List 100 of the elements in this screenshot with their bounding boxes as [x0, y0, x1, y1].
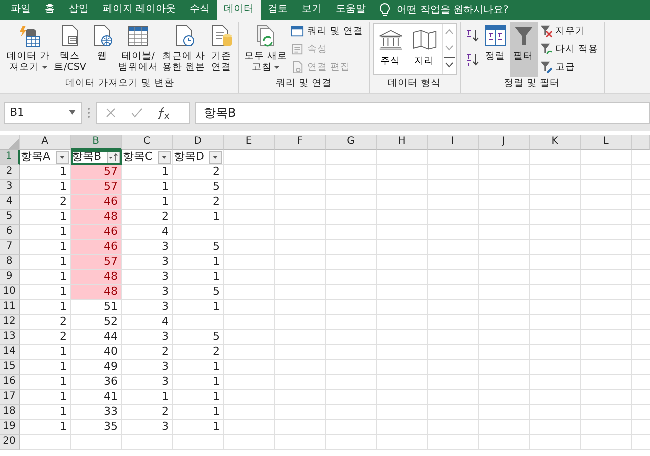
- row-header[interactable]: 6: [0, 225, 20, 240]
- table-cell: 1: [122, 165, 173, 180]
- ribbon-tab[interactable]: 데이터: [217, 0, 262, 20]
- gallery-item[interactable]: 주식: [374, 24, 408, 74]
- ribbon-button[interactable]: 데이터 가 져오기: [5, 22, 52, 77]
- sort-ascending-icon[interactable]: [466, 28, 480, 44]
- header-cell-text: 항목B: [72, 150, 102, 164]
- header-cell-text: 항목A: [21, 150, 51, 164]
- row-header[interactable]: 15: [0, 360, 20, 375]
- table-cell: 3: [122, 375, 173, 390]
- row-header[interactable]: 17: [0, 390, 20, 405]
- filter-button[interactable]: [56, 150, 69, 164]
- ribbon-button[interactable]: 웹: [88, 22, 116, 77]
- header-cell-text: 항목D: [174, 150, 204, 164]
- ribbon-tab[interactable]: 검토: [261, 0, 296, 20]
- ribbon-button[interactable]: 테이블/ 범위에서: [116, 22, 160, 77]
- table-cell: 1: [173, 255, 224, 270]
- ribbon-button[interactable]: 기존 연결: [207, 22, 236, 77]
- row-header[interactable]: 11: [0, 300, 20, 315]
- column-header[interactable]: F: [275, 135, 326, 150]
- table-cell: 36: [71, 375, 122, 390]
- ribbon-button[interactable]: 정렬: [482, 22, 510, 77]
- filter-button[interactable]: [158, 150, 171, 164]
- table-cell: 3: [122, 330, 173, 345]
- column-header[interactable]: K: [530, 135, 581, 150]
- column-header[interactable]: D: [173, 135, 224, 150]
- column-header[interactable]: I: [428, 135, 479, 150]
- sort-icon: [484, 23, 508, 49]
- row-header[interactable]: 4: [0, 195, 20, 210]
- row-header[interactable]: 19: [0, 420, 20, 435]
- properties-icon: [291, 43, 304, 56]
- ribbon-tab[interactable]: 수식: [183, 0, 218, 20]
- row-header[interactable]: 9: [0, 270, 20, 285]
- table-cell: 2: [20, 330, 71, 345]
- row-header[interactable]: 5: [0, 210, 20, 225]
- column-header[interactable]: B: [71, 135, 122, 150]
- row-header[interactable]: 14: [0, 345, 20, 360]
- table-cell: 41: [71, 390, 122, 405]
- group-label: 정렬 및 필터: [503, 78, 562, 91]
- table-cell: 48: [71, 270, 122, 285]
- row-header[interactable]: 20: [0, 435, 20, 450]
- table-cell: 1: [122, 195, 173, 210]
- column-header[interactable]: J: [479, 135, 530, 150]
- ribbon-button[interactable]: 필터: [510, 22, 538, 77]
- sort-descending-icon[interactable]: [466, 52, 480, 68]
- ribbon-tab[interactable]: 페이지 레이아웃: [96, 0, 184, 20]
- table-cell: 2: [122, 210, 173, 225]
- ribbon-tab[interactable]: 파일: [4, 0, 38, 20]
- filter-button[interactable]: [209, 150, 222, 164]
- function-icon[interactable]: [157, 106, 171, 118]
- ribbon-tab[interactable]: 삽입: [62, 0, 96, 20]
- table-cell: 57: [71, 255, 122, 270]
- formula-input[interactable]: 항목B: [195, 102, 650, 124]
- row-header[interactable]: 16: [0, 375, 20, 390]
- row-header[interactable]: 12: [0, 315, 20, 330]
- row-header[interactable]: 2: [0, 165, 20, 180]
- column-header[interactable]: L: [581, 135, 632, 150]
- ribbon-tab[interactable]: 도움말: [329, 0, 374, 20]
- tell-me-search[interactable]: 어떤 작업을 원하시나요?: [397, 3, 509, 17]
- filter-button[interactable]: [107, 150, 120, 164]
- group-label: 데이터 형식: [387, 78, 442, 91]
- ribbon-button[interactable]: 모두 새로 고침: [242, 22, 290, 77]
- row-header[interactable]: 13: [0, 330, 20, 345]
- row-header[interactable]: 3: [0, 180, 20, 195]
- lightbulb-icon: [379, 3, 392, 17]
- row-header[interactable]: 1: [0, 150, 20, 165]
- row-header[interactable]: 8: [0, 255, 20, 270]
- row-header[interactable]: 18: [0, 405, 20, 420]
- row-header[interactable]: 10: [0, 285, 20, 300]
- ribbon-button[interactable]: 지우기: [538, 23, 601, 40]
- row-header[interactable]: 7: [0, 240, 20, 255]
- ribbon-tab[interactable]: 홈: [38, 0, 62, 20]
- table-cell: 57: [71, 165, 122, 180]
- queries-panel-icon: [291, 25, 304, 38]
- ribbon-button[interactable]: 고급: [538, 59, 601, 76]
- table-cell: 1: [20, 390, 71, 405]
- header-cell[interactable]: 항목C: [122, 150, 173, 165]
- column-header[interactable]: H: [377, 135, 428, 150]
- ribbon-button[interactable]: 최근에 사 용한 원본: [160, 22, 208, 77]
- column-header[interactable]: G: [326, 135, 377, 150]
- ribbon-tab[interactable]: 보기: [295, 0, 330, 20]
- column-header[interactable]: E: [224, 135, 275, 150]
- table-cell: 2: [20, 315, 71, 330]
- gallery-item[interactable]: 지리: [408, 24, 442, 74]
- header-cell[interactable]: 항목B: [71, 150, 122, 165]
- table-cell: 49: [71, 360, 122, 375]
- funnel-clear-icon: [540, 25, 553, 38]
- header-cell[interactable]: 항목A: [20, 150, 71, 165]
- table-cell: 2: [122, 405, 173, 420]
- table-cell: 51: [71, 300, 122, 315]
- ribbon-button[interactable]: 텍스 트/CSV: [52, 22, 88, 77]
- bank-building-icon: [378, 28, 404, 52]
- column-header[interactable]: A: [20, 135, 71, 150]
- name-box[interactable]: B1: [4, 102, 82, 124]
- table-cell: 3: [122, 285, 173, 300]
- group-label: 데이터 가져오기 및 변환: [64, 78, 176, 91]
- header-cell[interactable]: 항목D: [173, 150, 224, 165]
- ribbon-button[interactable]: 쿼리 및 연결: [289, 23, 366, 40]
- ribbon-button[interactable]: 다시 적용: [538, 41, 601, 58]
- column-header[interactable]: C: [122, 135, 173, 150]
